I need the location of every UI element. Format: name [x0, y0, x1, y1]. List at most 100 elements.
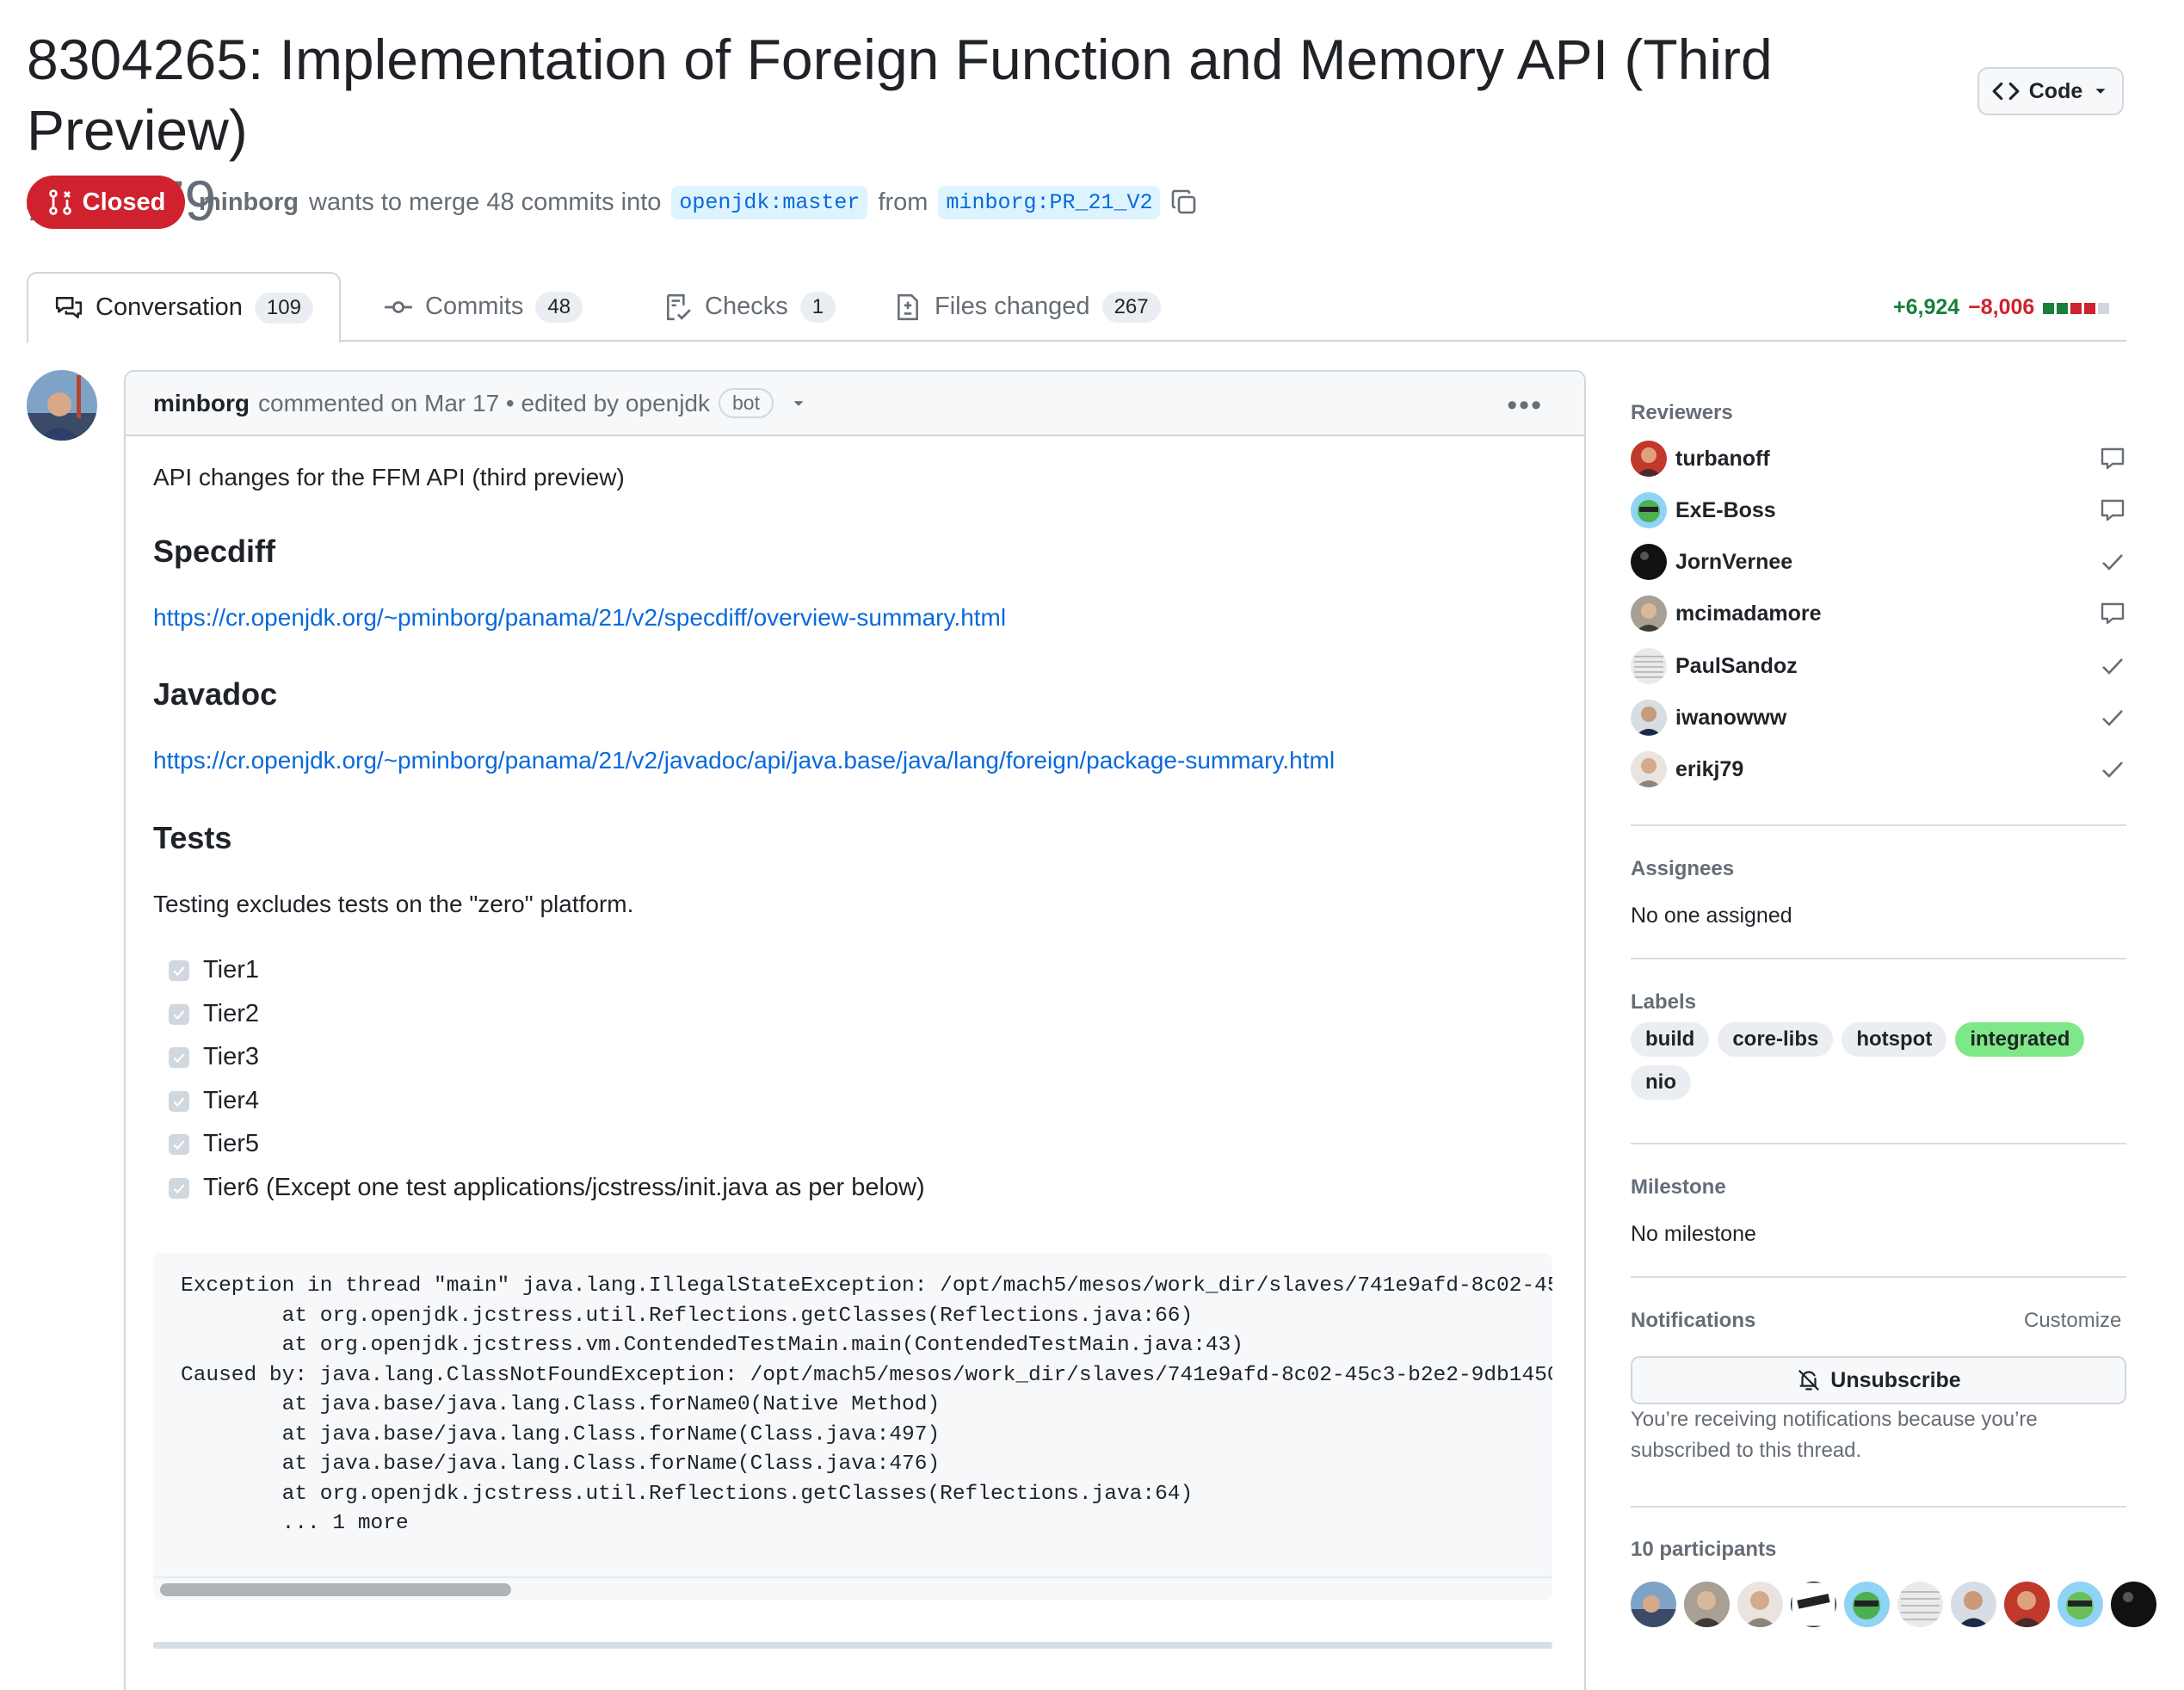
divider [1631, 958, 2126, 959]
pr-meta: minborg wants to merge 48 commits into o… [199, 182, 1198, 222]
avatar[interactable] [1631, 595, 1667, 632]
milestone-value: No milestone [1631, 1222, 1756, 1246]
tab-counter: 109 [254, 292, 313, 324]
divider [1631, 1143, 2126, 1144]
code-icon [1992, 82, 2020, 101]
checklist-icon [667, 293, 691, 320]
diffstat-deletions: −8,006 [1968, 294, 2035, 319]
avatar[interactable] [2004, 1582, 2050, 1627]
task-list-item: Tier4 [169, 1087, 259, 1115]
task-list-item: Tier1 [169, 956, 259, 984]
diffstat-block [2098, 302, 2110, 314]
reviewer-name[interactable]: mcimadamore [1675, 601, 1822, 626]
diffstat-additions: +6,924 [1893, 294, 1960, 319]
reviewer-name[interactable]: erikj79 [1675, 757, 1743, 782]
comment-card: minborg commented on Mar 17 • edited by … [124, 370, 1586, 1690]
milestone-heading[interactable]: Milestone [1631, 1175, 1726, 1200]
pr-author-link[interactable]: minborg [199, 188, 299, 217]
diffstat-block [2043, 302, 2055, 314]
avatar[interactable] [1737, 1582, 1783, 1627]
horizontal-scrollbar[interactable] [153, 1576, 1552, 1601]
diffstat-block [2070, 302, 2082, 314]
label-build[interactable]: build [1631, 1022, 1710, 1057]
caret-down-icon [2095, 89, 2106, 94]
reviewer-name[interactable]: JornVernee [1675, 550, 1792, 575]
code-button[interactable]: Code [1977, 67, 2124, 115]
head-branch[interactable]: minborg:PR_21_V2 [938, 185, 1161, 219]
reviewers-heading[interactable]: Reviewers [1631, 401, 1733, 425]
label-hotspot[interactable]: hotspot [1842, 1022, 1947, 1057]
tab-files-changed[interactable]: Files changed 267 [867, 272, 1187, 342]
diffstat: +6,924 −8,006 [1893, 293, 2112, 322]
heading-specdiff: Specdiff [153, 534, 276, 569]
reviewer-name[interactable]: iwanowww [1675, 706, 1786, 731]
reviewer-item[interactable]: JornVernee [1631, 542, 2126, 582]
link-javadoc[interactable]: https://cr.openjdk.org/~pminborg/panama/… [153, 747, 1335, 774]
comment-icon [2101, 447, 2125, 470]
tab-checks[interactable]: Checks 1 [638, 272, 861, 342]
avatar[interactable] [1631, 648, 1667, 684]
tab-conversation[interactable]: Conversation 109 [27, 272, 341, 343]
pr-tabs: Conversation 109 Commits 48 Checks 1 Fil… [27, 272, 2126, 343]
code-block: Exception in thread "main" java.lang.Ill… [153, 1253, 1552, 1601]
reviewer-item[interactable]: erikj79 [1631, 749, 2126, 789]
avatar[interactable] [1897, 1582, 1943, 1627]
check-icon [2102, 658, 2123, 675]
divider [153, 1642, 1552, 1649]
label-core-libs[interactable]: core-libs [1718, 1022, 1834, 1057]
caret-down-icon[interactable] [789, 394, 808, 413]
comment-discussion-icon [55, 296, 83, 318]
labels-heading[interactable]: Labels [1631, 990, 1696, 1015]
avatar[interactable] [1631, 544, 1667, 580]
reviewer-name[interactable]: PaulSandoz [1675, 654, 1798, 679]
avatar[interactable] [27, 370, 97, 441]
bot-badge: bot [719, 388, 774, 418]
comment-meta: commented on Mar 17 • edited by openjdk [258, 389, 710, 416]
avatar[interactable] [1631, 492, 1667, 528]
avatar[interactable] [1631, 700, 1667, 736]
reviewer-name[interactable]: ExE-Boss [1675, 498, 1776, 523]
base-branch[interactable]: openjdk:master [671, 185, 868, 219]
check-icon [2102, 710, 2123, 726]
label-nio[interactable]: nio [1631, 1065, 1691, 1100]
reviewer-item[interactable]: mcimadamore [1631, 594, 2126, 633]
avatar[interactable] [2111, 1582, 2156, 1627]
avatar[interactable] [1844, 1582, 1890, 1627]
reviewer-name[interactable]: turbanoff [1675, 447, 1770, 472]
avatar[interactable] [1684, 1582, 1730, 1627]
avatar[interactable] [1791, 1582, 1836, 1627]
code-button-label: Code [2028, 78, 2083, 103]
scrollbar-thumb[interactable] [160, 1583, 511, 1596]
unsubscribe-button[interactable]: Unsubscribe [1631, 1356, 2126, 1404]
task-label: Tier3 [203, 1043, 259, 1070]
tab-commits[interactable]: Commits 48 [358, 272, 608, 342]
task-list-item: Tier6 (Except one test applications/jcst… [169, 1174, 925, 1202]
customize-link[interactable]: Customize [2024, 1309, 2121, 1333]
comment-author[interactable]: minborg [153, 390, 250, 417]
copy-icon[interactable] [1170, 188, 1198, 216]
tab-counter: 267 [1101, 291, 1161, 323]
link-specdiff[interactable]: https://cr.openjdk.org/~pminborg/panama/… [153, 604, 1006, 632]
file-diff-icon [898, 293, 918, 320]
avatar[interactable] [1631, 441, 1667, 477]
tab-counter: 1 [799, 291, 836, 323]
reviewer-item[interactable]: ExE-Boss [1631, 490, 2126, 530]
label-integrated[interactable]: integrated [1955, 1022, 2085, 1057]
checkbox-checked-icon [169, 1090, 189, 1112]
tab-counter: 48 [535, 291, 583, 323]
avatar[interactable] [1631, 1582, 1676, 1627]
notification-reason-line: You’re receiving notifications because y… [1631, 1408, 2038, 1431]
diffstat-bar [2043, 295, 2112, 320]
unsubscribe-label: Unsubscribe [1830, 1367, 1961, 1392]
avatar[interactable] [2058, 1582, 2103, 1627]
avatar[interactable] [1951, 1582, 1996, 1627]
reviewer-item[interactable]: iwanowww [1631, 698, 2126, 737]
status-badge: Closed [27, 176, 185, 229]
assignees-heading[interactable]: Assignees [1631, 857, 1734, 881]
task-label: Tier5 [203, 1130, 259, 1157]
reviewer-item[interactable]: turbanoff [1631, 439, 2126, 478]
reviewer-item[interactable]: PaulSandoz [1631, 646, 2126, 686]
diffstat-block [2057, 302, 2069, 314]
kebab-menu-icon[interactable]: ••• [1507, 389, 1543, 422]
avatar[interactable] [1631, 751, 1667, 787]
